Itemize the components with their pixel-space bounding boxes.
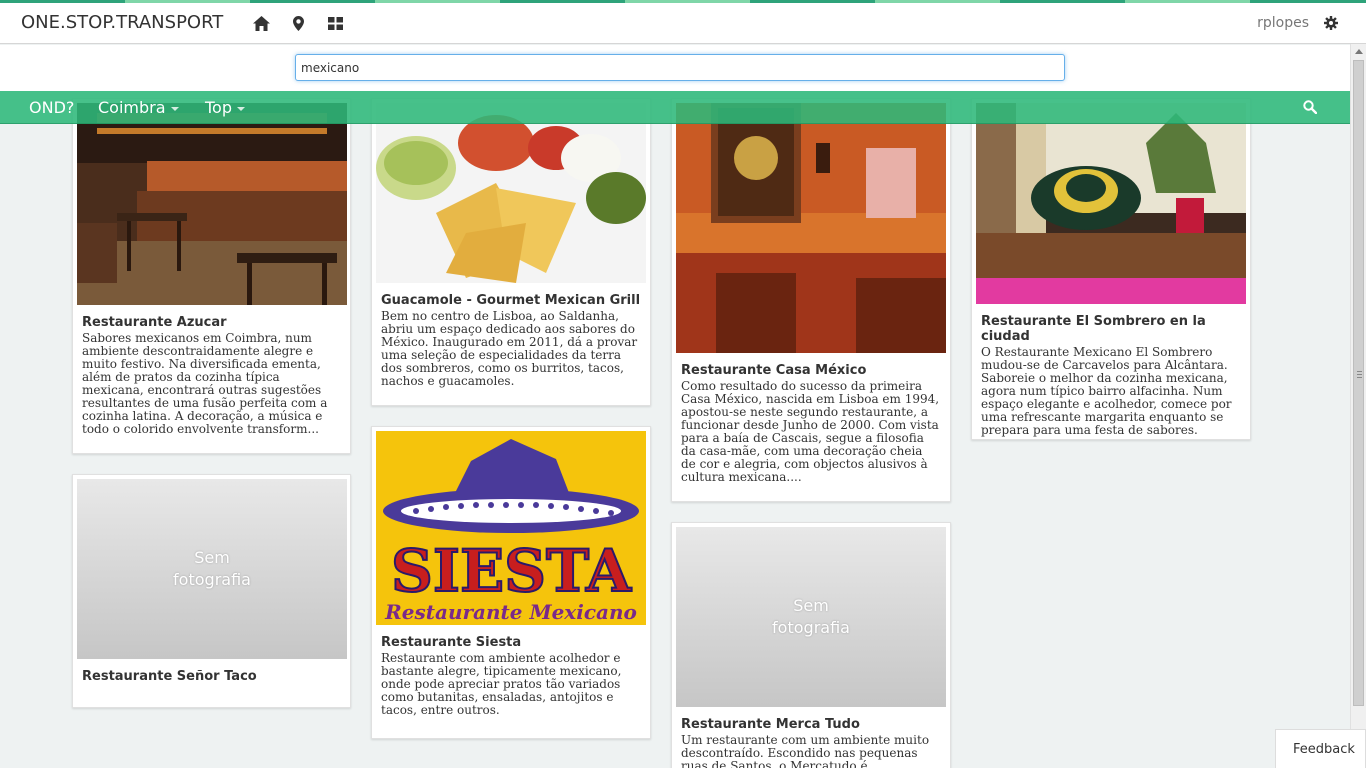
- card-description: Sabores mexicanos em Coimbra, num ambien…: [82, 331, 328, 436]
- siesta-logo-text: SIESTA: [391, 537, 632, 605]
- no-photo-label: Sem fotografia: [173, 548, 251, 589]
- no-photo-label: Sem fotografia: [772, 596, 850, 637]
- scrollbar[interactable]: [1350, 44, 1366, 768]
- scroll-grip-icon: [1357, 371, 1362, 378]
- restaurant-photo: [376, 103, 646, 283]
- home-icon[interactable]: [252, 14, 270, 32]
- restaurant-card[interactable]: Restaurante El Sombrero en la ciudad O R…: [971, 98, 1251, 440]
- card-description: Um restaurante com um ambiente muito des…: [681, 733, 930, 768]
- user-menu[interactable]: rplopes: [1257, 15, 1309, 31]
- restaurant-card[interactable]: SIESTA Restaurante Mexicano Restaurante …: [371, 426, 651, 739]
- search-row: [0, 45, 1350, 91]
- card-description: O Restaurante Mexicano El Sombrero mudou…: [981, 345, 1232, 437]
- nav-top-label: Top: [205, 98, 232, 117]
- card-description: Bem no centro de Lisboa, ao Saldanha, ab…: [381, 309, 638, 388]
- card-description: Como resultado do sucesso da primeira Ca…: [681, 379, 940, 484]
- feedback-button[interactable]: Feedback: [1275, 729, 1366, 768]
- navbar: OND? Coimbra Top: [0, 91, 1350, 124]
- card-title[interactable]: Restaurante Merca Tudo: [681, 717, 941, 732]
- brand-logo[interactable]: ONE.STOP.TRANSPORT: [21, 12, 223, 33]
- card-title[interactable]: Restaurante Azucar: [82, 315, 341, 330]
- card-title[interactable]: Guacamole - Gourmet Mexican Grill: [381, 293, 641, 308]
- nav-ond-label: OND?: [29, 98, 75, 117]
- top-bar: ONE.STOP.TRANSPORT rplopes: [0, 3, 1366, 44]
- card-title[interactable]: Restaurante Casa México: [681, 363, 941, 378]
- nav-city-label: Coimbra: [98, 98, 166, 117]
- caret-down-icon: [237, 106, 245, 111]
- restaurant-card[interactable]: Guacamole - Gourmet Mexican Grill Bem no…: [371, 98, 651, 406]
- map-marker-icon[interactable]: [289, 14, 307, 32]
- restaurant-photo: [976, 103, 1246, 304]
- card-title[interactable]: Restaurante Siesta: [381, 635, 641, 650]
- gear-icon[interactable]: [1322, 14, 1340, 32]
- search-icon[interactable]: [1303, 99, 1318, 118]
- restaurant-card[interactable]: Restaurante Azucar Sabores mexicanos em …: [72, 98, 351, 454]
- scroll-up-arrow-icon[interactable]: [1355, 49, 1363, 54]
- caret-down-icon: [170, 106, 179, 111]
- no-photo-placeholder: Sem fotografia: [77, 479, 347, 659]
- restaurant-card[interactable]: Sem fotografia Restaurante Merca Tudo Um…: [671, 522, 951, 768]
- restaurant-card[interactable]: Restaurante Casa México Como resultado d…: [671, 98, 951, 502]
- nav-city-dropdown[interactable]: Coimbra: [98, 98, 179, 117]
- no-photo-placeholder: Sem fotografia: [676, 527, 946, 707]
- restaurant-card[interactable]: Sem fotografia Restaurante Señor Taco: [72, 474, 351, 708]
- restaurant-photo: [77, 103, 347, 305]
- nav-top-dropdown[interactable]: Top: [205, 98, 245, 117]
- siesta-logo-subtitle: Restaurante Mexicano: [384, 600, 637, 624]
- scroll-thumb[interactable]: [1353, 60, 1364, 706]
- card-title[interactable]: Restaurante El Sombrero en la ciudad: [981, 314, 1241, 344]
- restaurant-photo: SIESTA Restaurante Mexicano: [376, 431, 646, 625]
- nav-ond[interactable]: OND?: [29, 98, 74, 117]
- card-title[interactable]: Restaurante Señor Taco: [82, 669, 341, 684]
- grid-icon[interactable]: [326, 14, 344, 32]
- search-input[interactable]: [295, 54, 1065, 81]
- card-description: Restaurante com ambiente acolhedor e bas…: [381, 651, 622, 717]
- restaurant-photo: [676, 103, 946, 353]
